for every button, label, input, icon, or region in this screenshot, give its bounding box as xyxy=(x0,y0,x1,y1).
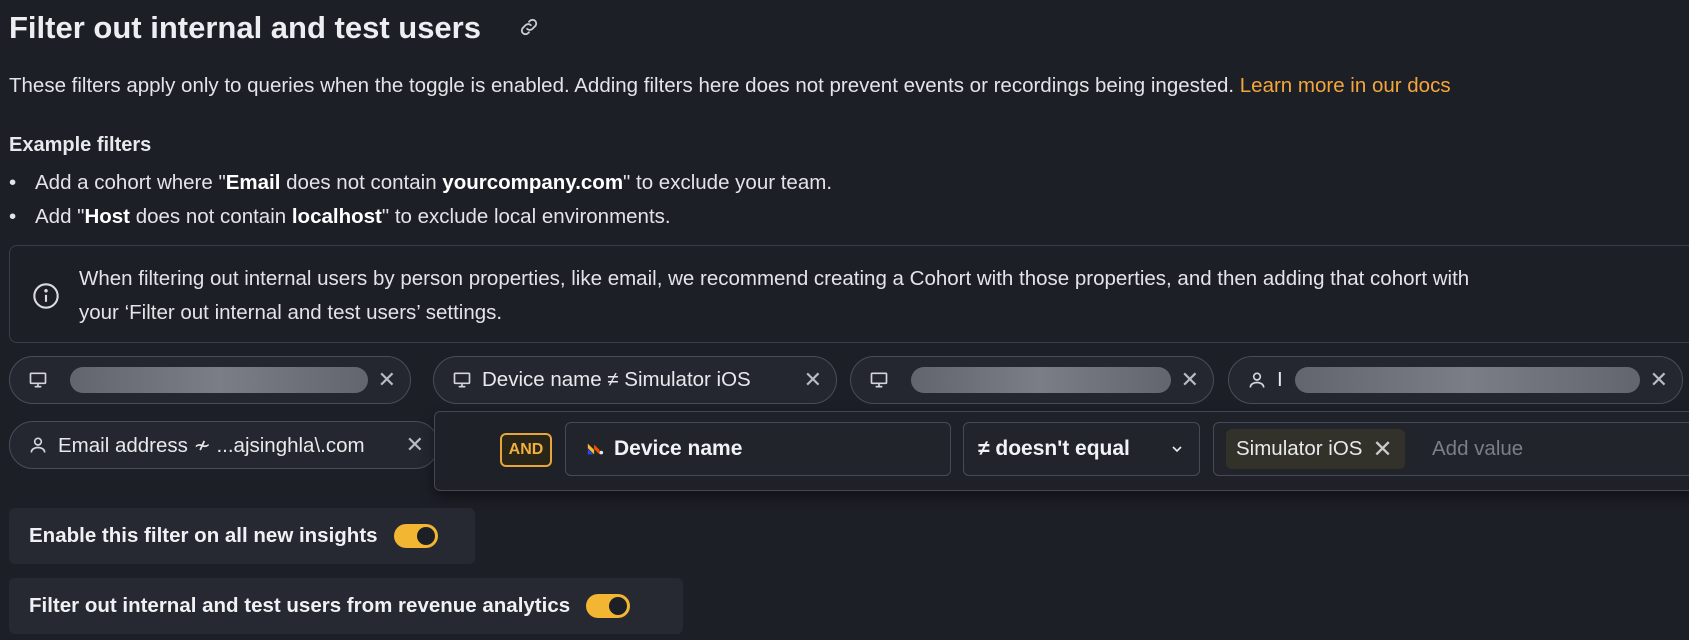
info-icon xyxy=(32,282,60,310)
intro-body: These filters apply only to queries when… xyxy=(9,74,1240,97)
property-select[interactable]: Device name xyxy=(565,422,951,476)
filter-chip[interactable]: Email address ≁ ...ajsinghla\.com ✕ xyxy=(9,421,439,469)
close-icon[interactable]: ✕ xyxy=(1640,367,1668,393)
monitor-icon xyxy=(29,372,47,388)
close-icon[interactable]: ✕ xyxy=(396,432,424,458)
info-line-2: your ‘Filter out internal and test users… xyxy=(79,301,503,324)
posthog-logo-icon xyxy=(587,443,604,455)
filter-chip-label: I xyxy=(1277,368,1283,391)
intro-text: These filters apply only to queries when… xyxy=(9,74,1451,98)
list-item: • Add a cohort where "Email does not cont… xyxy=(9,171,833,194)
redacted-value xyxy=(70,367,368,393)
toggle-label: Filter out internal and test users from … xyxy=(29,594,571,617)
filter-chip-label: Email address ≁ ...ajsinghla\.com xyxy=(58,433,365,457)
chevron-down-icon xyxy=(1172,446,1182,453)
docs-link[interactable]: Learn more in our docs xyxy=(1240,74,1451,97)
link-icon[interactable] xyxy=(518,16,540,38)
filter-chip[interactable]: Device name ≠ Simulator iOS ✕ xyxy=(433,356,837,404)
operator-label: ≠ doesn't equal xyxy=(978,437,1130,460)
info-callout: When filtering out internal users by per… xyxy=(9,245,1689,343)
toggle-switch[interactable] xyxy=(586,594,631,618)
toggle-row[interactable]: Enable this filter on all new insights xyxy=(9,508,475,564)
example-filters-heading: Example filters xyxy=(9,134,152,156)
value-tag-label: Simulator iOS xyxy=(1236,437,1363,460)
property-label: Device name xyxy=(614,437,743,460)
filter-chip[interactable]: ✕ xyxy=(850,356,1214,404)
redacted-value xyxy=(911,367,1171,393)
and-badge: AND xyxy=(500,433,552,467)
info-text: When filtering out internal users by per… xyxy=(79,262,1469,330)
add-value-input[interactable]: Add value xyxy=(1432,437,1523,461)
filter-chip-label: Device name ≠ Simulator iOS xyxy=(482,368,751,391)
close-icon[interactable]: ✕ xyxy=(368,367,396,393)
info-line-1: When filtering out internal users by per… xyxy=(79,267,1470,290)
example-filters-list: • Add a cohort where "Email does not cont… xyxy=(9,166,832,234)
toggle-row[interactable]: Filter out internal and test users from … xyxy=(9,578,683,634)
person-icon xyxy=(30,437,46,453)
toggle-switch[interactable] xyxy=(393,524,438,548)
person-icon xyxy=(1249,372,1265,388)
close-icon[interactable]: ✕ xyxy=(794,367,822,393)
filter-chip[interactable]: I ✕ xyxy=(1228,356,1683,404)
redacted-value xyxy=(1294,367,1640,393)
value-tag[interactable]: Simulator iOS ✕ xyxy=(1226,429,1405,469)
close-icon[interactable]: ✕ xyxy=(1171,367,1199,393)
monitor-icon xyxy=(453,372,471,388)
list-item: • Add "Host does not contain localhost" t… xyxy=(9,205,671,228)
page-title: Filter out internal and test users xyxy=(9,10,481,45)
monitor-icon xyxy=(870,372,888,388)
filter-chip[interactable]: ✕ xyxy=(9,356,411,404)
close-icon[interactable]: ✕ xyxy=(1372,435,1392,464)
operator-select[interactable]: ≠ doesn't equal xyxy=(963,422,1200,476)
toggle-label: Enable this filter on all new insights xyxy=(29,524,378,547)
